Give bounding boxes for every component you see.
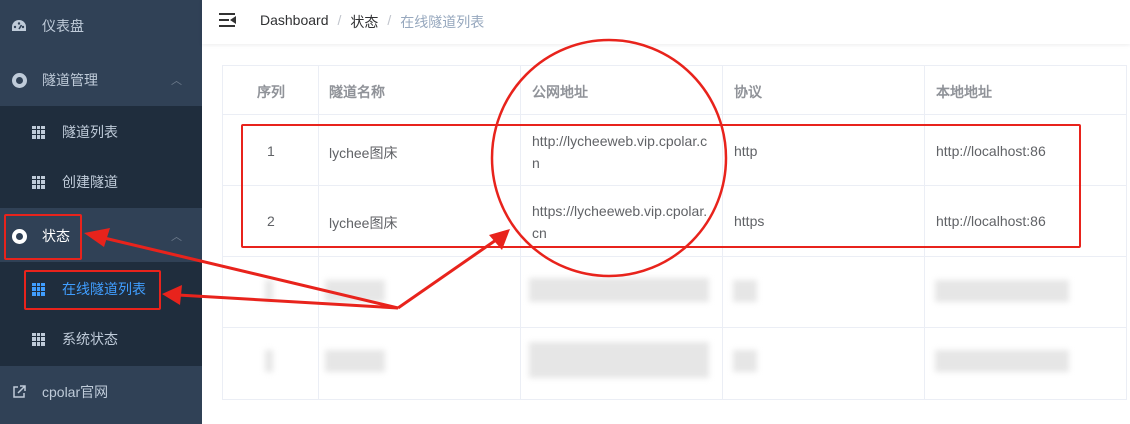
blurred-cell (529, 278, 709, 302)
breadcrumb-separator: / (337, 12, 342, 28)
menu-tunnel-management-label: 隧道管理 (42, 72, 98, 88)
column-header-index: 序列 (257, 84, 285, 100)
sidebar-item-label: 创建隧道 (62, 174, 118, 190)
grid-icon (32, 332, 45, 346)
tunnel-icon (11, 72, 27, 88)
blurred-cell (733, 280, 757, 302)
column-header-protocol: 协议 (734, 84, 762, 100)
breadcrumb-separator: / (387, 12, 392, 28)
sidebar: 仪表盘 隧道管理 ︿ 隧道列表 创建隧道 状态 ︿ 在线隧道列表 系统状态 cp… (0, 0, 202, 424)
breadcrumb-dashboard[interactable]: Dashboard (260, 12, 329, 32)
dashboard-icon (11, 18, 27, 34)
column-header-name: 隧道名称 (329, 84, 385, 100)
menu-cpolar-website[interactable]: cpolar官网 (0, 366, 202, 418)
top-navbar: Dashboard / 状态 / 在线隧道列表 (202, 0, 1130, 44)
sidebar-item-label: 隧道列表 (62, 124, 118, 140)
breadcrumb-status[interactable]: 状态 (350, 12, 378, 32)
external-link-icon (11, 384, 27, 400)
blurred-cell (265, 280, 273, 302)
menu-cpolar-website-label: cpolar官网 (42, 384, 109, 400)
annotation-online-tunnels-box (24, 270, 161, 310)
blurred-cell (935, 280, 1069, 302)
sidebar-item-create-tunnel[interactable]: 创建隧道 (0, 157, 202, 207)
blurred-cell (325, 350, 385, 372)
menu-tunnel-management[interactable]: 隧道管理 ︿ (0, 54, 202, 106)
blurred-cell (935, 350, 1069, 372)
blurred-cell (325, 280, 385, 302)
grid-icon (32, 175, 45, 189)
grid-icon (32, 125, 45, 139)
chevron-up-icon: ︿ (171, 231, 182, 243)
column-header-public-url: 公网地址 (532, 84, 588, 100)
blurred-cell (265, 350, 273, 372)
breadcrumb-current: 在线隧道列表 (400, 14, 485, 30)
chevron-up-icon: ︿ (171, 75, 182, 87)
blurred-cell (529, 342, 709, 378)
hamburger-icon[interactable] (219, 13, 236, 27)
breadcrumb: Dashboard / 状态 / 在线隧道列表 (260, 12, 484, 32)
sidebar-item-tunnel-list[interactable]: 隧道列表 (0, 107, 202, 157)
sidebar-item-system-status[interactable]: 系统状态 (0, 314, 202, 364)
menu-dashboard-label: 仪表盘 (42, 18, 84, 34)
sidebar-item-label: 系统状态 (62, 331, 118, 347)
annotation-rows-box (241, 124, 1081, 248)
column-header-local-address: 本地地址 (936, 84, 992, 100)
menu-dashboard[interactable]: 仪表盘 (0, 0, 202, 52)
tunnel-submenu: 隧道列表 创建隧道 (0, 106, 202, 208)
annotation-status-box (4, 214, 82, 260)
blurred-cell (733, 350, 757, 372)
